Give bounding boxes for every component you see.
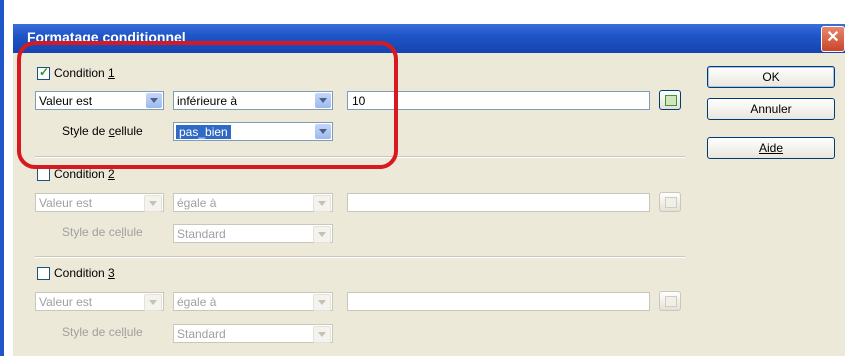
help-button[interactable]: Aide <box>707 137 835 159</box>
condition-3-operator-select[interactable]: égale à <box>173 292 333 311</box>
chevron-down-icon[interactable] <box>313 326 331 343</box>
condition-2-style-label: Style de cellule <box>62 225 143 239</box>
condition-1-shrink-button[interactable] <box>659 90 681 110</box>
condition-2-label: Condition 2 <box>54 167 115 181</box>
shrink-icon <box>665 296 677 307</box>
condition-3-style-select[interactable]: Standard <box>173 324 333 343</box>
condition-2-value-input[interactable] <box>347 193 650 212</box>
condition-3-type-value: Valeur est <box>39 295 93 309</box>
condition-2-type-value: Valeur est <box>39 196 93 210</box>
window-left-edge <box>0 0 4 356</box>
chevron-down-icon[interactable] <box>144 195 162 212</box>
chevron-down-icon[interactable] <box>313 226 331 243</box>
condition-3-value-input[interactable] <box>347 292 650 311</box>
condition-2-style-select[interactable]: Standard <box>173 224 333 243</box>
condition-3-type-select[interactable]: Valeur est <box>35 292 164 311</box>
chevron-down-icon[interactable] <box>144 294 162 311</box>
condition-3-operator-value: égale à <box>177 295 217 309</box>
shrink-icon <box>665 197 677 208</box>
condition-2-checkbox[interactable] <box>37 168 50 181</box>
close-button[interactable]: ✕ <box>821 26 845 52</box>
condition-3-shrink-button[interactable] <box>659 291 681 311</box>
condition-2-type-select[interactable]: Valeur est <box>35 193 164 212</box>
help-button-label: Aide <box>758 141 784 155</box>
condition-2-operator-value: égale à <box>177 196 217 210</box>
separator <box>35 256 685 258</box>
highlight-annotation <box>17 41 398 169</box>
chevron-down-icon[interactable] <box>313 195 331 212</box>
condition-2-operator-select[interactable]: égale à <box>173 193 333 212</box>
shrink-icon <box>665 95 677 106</box>
condition-3-checkbox[interactable] <box>37 267 50 280</box>
condition-3-style-label: Style de cellule <box>62 325 143 339</box>
ok-button[interactable]: OK <box>707 66 835 88</box>
condition-2-shrink-button[interactable] <box>659 192 681 212</box>
condition-2-style-value: Standard <box>177 227 226 241</box>
cancel-button[interactable]: Annuler <box>707 98 835 120</box>
condition-3-label: Condition 3 <box>54 266 115 280</box>
condition-3-style-value: Standard <box>177 327 226 341</box>
chevron-down-icon[interactable] <box>313 294 331 311</box>
